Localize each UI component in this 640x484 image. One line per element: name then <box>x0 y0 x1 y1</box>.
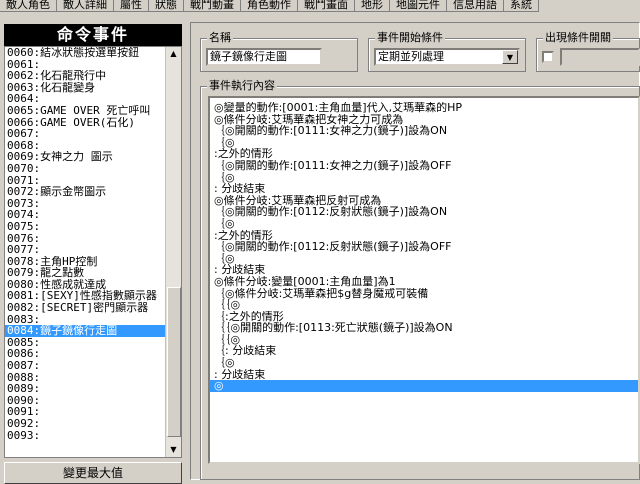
tab-10[interactable]: 系統 <box>504 0 539 12</box>
list-item[interactable]: 0063:化石龍變身 <box>5 82 165 94</box>
list-item[interactable]: 0078:主角HP控制 <box>5 256 165 268</box>
command-line[interactable]: ｛:之外的情形 <box>210 311 638 323</box>
command-line[interactable]: ◎條件分岐:變量[0001:主角血量]為1 <box>210 276 638 288</box>
list-item[interactable]: 0074: <box>5 209 165 221</box>
event-list[interactable]: 0060:結冰狀態按選單按鈕 0061: 0062:化石龍飛行中 0063:化石龍變身… <box>4 46 182 458</box>
command-line[interactable]: :之外的情形 <box>210 148 638 160</box>
list-item[interactable]: 0073: <box>5 198 165 210</box>
list-item[interactable]: 0081:[SEXY]性感指數顯示器 <box>5 290 165 302</box>
tab-6[interactable]: 戰鬥畫面 <box>298 0 355 12</box>
list-title: 命令事件 <box>4 24 182 46</box>
command-line[interactable]: ◎條件分岐:艾瑪華森把反射可成為 <box>210 195 638 207</box>
command-line[interactable]: ｛◎條件分岐:艾瑪華森把$g替身魔戒可裝備 <box>210 288 638 300</box>
switch-checkbox[interactable] <box>542 51 554 63</box>
list-item[interactable]: 0075: <box>5 221 165 233</box>
list-item[interactable]: 0090: <box>5 395 165 407</box>
command-lines: ◎變量的動作:[0001:主角血量]代入,艾瑪華森的HP ◎條件分岐:艾瑪華森把女… <box>210 98 638 392</box>
scroll-thumb[interactable] <box>167 287 181 437</box>
command-line[interactable]: ｛◎開關的動作:[0111:女神之力(鏡子)]設為ON <box>210 125 638 137</box>
list-item[interactable]: 0066:GAME OVER(石化) <box>5 117 165 129</box>
command-line[interactable]: ｛◎ <box>210 357 638 369</box>
tab-7[interactable]: 地形 <box>355 0 390 12</box>
switch-field <box>560 48 640 66</box>
tab-8[interactable]: 地圖元件 <box>390 0 447 12</box>
command-line[interactable]: ｛: 分歧結束 <box>210 345 638 357</box>
list-item[interactable]: 0064: <box>5 93 165 105</box>
list-item[interactable]: 0089: <box>5 383 165 395</box>
list-item[interactable]: 0080:性感成就達成 <box>5 279 165 291</box>
tab-2[interactable]: 屬性 <box>114 0 149 12</box>
tab-bar: 敵人角色 敵人詳細 屬性 狀態 戰鬥動畫 角色動作 戰鬥畫面 地形 地圖元件 信息用語 系統 <box>0 0 640 12</box>
list-item[interactable]: 0065:GAME OVER 死亡呼叫 <box>5 105 165 117</box>
command-line[interactable]: ｛◎ <box>210 172 638 184</box>
tab-3[interactable]: 狀態 <box>149 0 184 12</box>
list-item[interactable]: 0083: <box>5 314 165 326</box>
event-list-scrollbar[interactable]: ▲ ▼ <box>165 47 181 457</box>
list-item[interactable]: 0085: <box>5 337 165 349</box>
command-line[interactable]: ◎ <box>210 380 638 392</box>
list-item[interactable]: 0070: <box>5 163 165 175</box>
list-item[interactable]: 0084:鏡子鏡像行走圖 <box>5 325 165 337</box>
tab-9[interactable]: 信息用語 <box>447 0 504 12</box>
command-line[interactable]: ｛◎ <box>210 253 638 265</box>
trigger-value: 定期並列處理 <box>378 50 444 63</box>
list-item[interactable]: 0072:顯示金幣圖示 <box>5 186 165 198</box>
name-field[interactable]: 鏡子鏡像行走圖 <box>206 48 322 66</box>
list-item[interactable]: 0067: <box>5 128 165 140</box>
command-line[interactable]: ｛｛◎開關的動作:[0113:死亡狀態(鏡子)]設為ON <box>210 322 638 334</box>
list-item[interactable]: 0060:結冰狀態按選單按鈕 <box>5 47 165 59</box>
command-line[interactable]: ｛◎ <box>210 218 638 230</box>
tab-5[interactable]: 角色動作 <box>241 0 298 12</box>
trigger-label: 事件開始條件 <box>375 31 445 45</box>
list-item[interactable]: 0077: <box>5 244 165 256</box>
list-item[interactable]: 0069:女神之力 圖示 <box>5 151 165 163</box>
event-list-items: 0060:結冰狀態按選單按鈕 0061: 0062:化石龍飛行中 0063:化石龍變身… <box>5 47 165 441</box>
command-line[interactable]: : 分歧結束 <box>210 183 638 195</box>
switch-label: 出現條件開關 <box>543 31 613 45</box>
tab-1[interactable]: 敵人詳細 <box>57 0 114 12</box>
list-item[interactable]: 0088: <box>5 372 165 384</box>
list-item[interactable]: 0082:[SECRET]密門顯示器 <box>5 302 165 314</box>
change-max-button[interactable]: 變更最大值 <box>4 462 182 484</box>
command-line[interactable]: ｛◎開關的動作:[0112:反射狀態(鏡子)]設為OFF <box>210 241 638 253</box>
scroll-down-icon[interactable]: ▼ <box>166 443 181 457</box>
list-item[interactable]: 0068: <box>5 140 165 152</box>
trigger-select[interactable]: 定期並列處理 ▼ <box>374 48 520 66</box>
list-item[interactable]: 0086: <box>5 348 165 360</box>
name-label: 名稱 <box>207 31 233 45</box>
command-line[interactable]: ｛◎開關的動作:[0112:反射狀態(鏡子)]設為ON <box>210 206 638 218</box>
list-item[interactable]: 0062:化石龍飛行中 <box>5 70 165 82</box>
tab-0[interactable]: 敵人角色 <box>0 0 57 12</box>
list-item[interactable]: 0076: <box>5 233 165 245</box>
command-line[interactable]: ◎變量的動作:[0001:主角血量]代入,艾瑪華森的HP <box>210 102 638 114</box>
list-item[interactable]: 0079:龍之點數 <box>5 267 165 279</box>
command-line[interactable]: ｛｛◎ <box>210 334 638 346</box>
list-item[interactable]: 0071: <box>5 175 165 187</box>
scroll-up-icon[interactable]: ▲ <box>166 47 181 61</box>
content-label: 事件執行內容 <box>207 79 277 93</box>
chevron-down-icon[interactable]: ▼ <box>502 50 518 64</box>
list-item[interactable]: 0092: <box>5 418 165 430</box>
list-item[interactable]: 0091: <box>5 406 165 418</box>
command-list[interactable]: ◎變量的動作:[0001:主角血量]代入,艾瑪華森的HP ◎條件分岐:艾瑪華森把女… <box>208 96 640 464</box>
command-line[interactable]: ｛◎開關的動作:[0111:女神之力(鏡子)]設為OFF <box>210 160 638 172</box>
tab-4[interactable]: 戰鬥動畫 <box>184 0 241 12</box>
command-line[interactable]: ｛｛◎ <box>210 299 638 311</box>
list-item[interactable]: 0087: <box>5 360 165 372</box>
command-line[interactable]: :之外的情形 <box>210 230 638 242</box>
command-line[interactable]: ｛◎ <box>210 137 638 149</box>
list-item[interactable]: 0093: <box>5 430 165 442</box>
list-item[interactable]: 0061: <box>5 59 165 71</box>
command-line[interactable]: : 分歧結束 <box>210 264 638 276</box>
command-line[interactable]: ◎條件分岐:艾瑪華森把女神之力可成為 <box>210 114 638 126</box>
command-line[interactable]: : 分歧結束 <box>210 369 638 381</box>
